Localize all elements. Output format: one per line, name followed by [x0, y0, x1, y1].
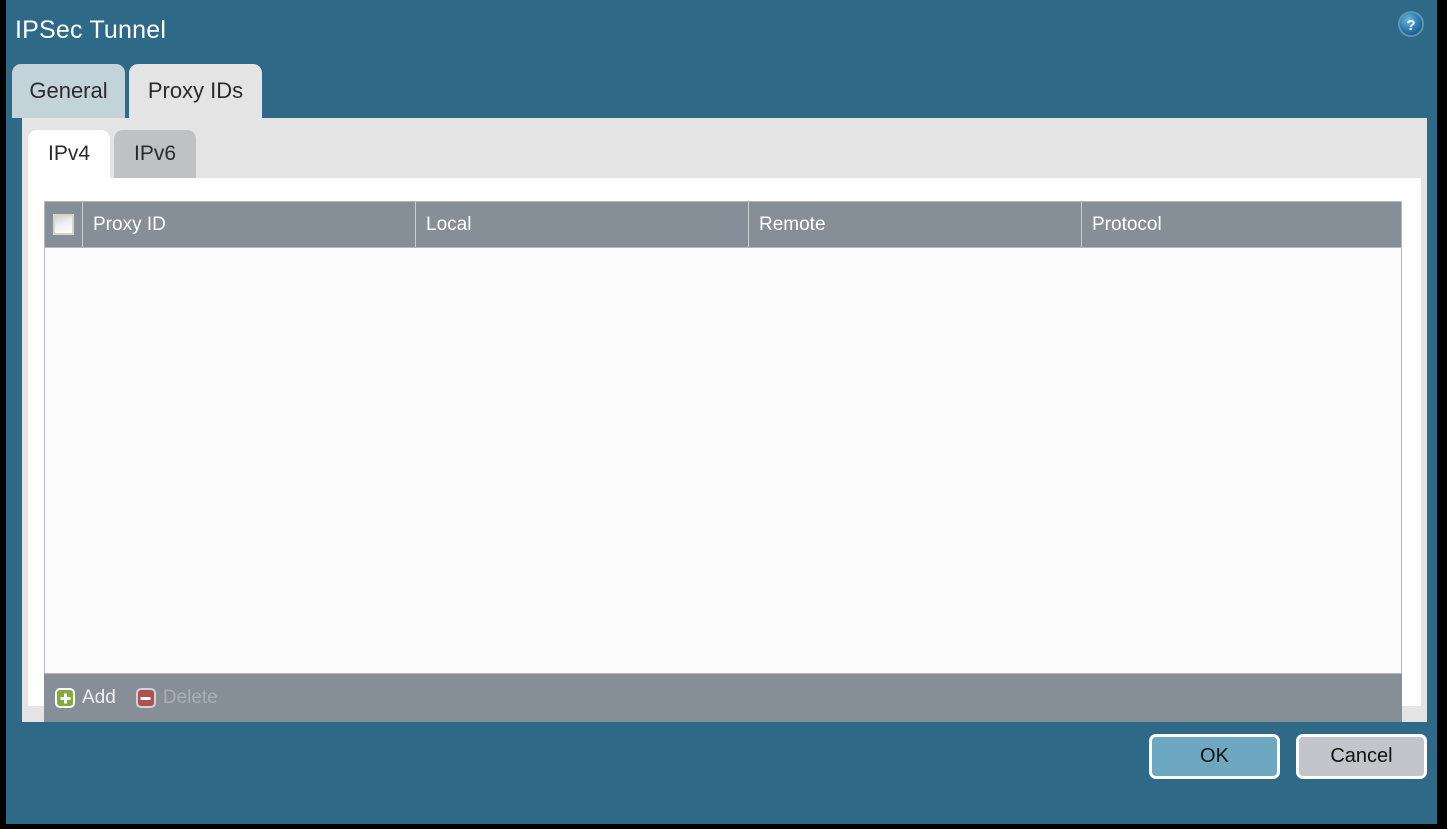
tab-ipv4[interactable]: IPv4 — [28, 130, 110, 178]
table-header-proxy-id-label: Proxy ID — [93, 213, 166, 235]
dialog-tabbar: General Proxy IDs — [6, 64, 1437, 118]
minus-icon — [135, 688, 156, 708]
ok-button-label: OK — [1200, 745, 1229, 767]
tab-proxy-ids[interactable]: Proxy IDs — [129, 64, 262, 118]
table-header-proxy-id[interactable]: Proxy ID — [83, 202, 416, 247]
table-header-protocol[interactable]: Protocol — [1082, 202, 1401, 247]
tab-ipv6[interactable]: IPv6 — [114, 130, 196, 178]
ok-button[interactable]: OK — [1149, 734, 1280, 779]
dialog-titlebar: IPSec Tunnel ? — [6, 0, 1437, 64]
proxy-ids-panel: IPv4 IPv6 Proxy ID Local Remote Protocol… — [22, 118, 1427, 722]
table-header-remote-label: Remote — [759, 213, 826, 235]
ip-version-tabbar: IPv4 IPv6 — [28, 130, 1433, 178]
ipsec-tunnel-dialog: IPSec Tunnel ? General Proxy IDs IPv4 IP… — [0, 0, 1447, 829]
add-button[interactable]: Add — [55, 687, 116, 709]
tab-ipv6-label: IPv6 — [133, 142, 177, 165]
select-all-checkbox[interactable] — [53, 214, 74, 235]
delete-button-label: Delete — [162, 687, 218, 708]
table-toolbar: Add Delete — [44, 674, 1402, 722]
tab-general[interactable]: General — [12, 64, 125, 118]
ipv4-tab-body: Proxy ID Local Remote Protocol Add Delet… — [28, 178, 1421, 722]
dialog-footer: OK Cancel — [6, 722, 1437, 824]
proxy-id-table: Proxy ID Local Remote Protocol — [44, 201, 1402, 674]
table-body-empty — [45, 248, 1401, 673]
tab-general-label: General — [29, 78, 108, 103]
help-question-icon[interactable]: ? — [1397, 10, 1425, 38]
table-header-select-all[interactable] — [45, 202, 83, 247]
plus-icon — [55, 688, 75, 708]
svg-text:?: ? — [1406, 17, 1415, 34]
delete-button[interactable]: Delete — [135, 687, 218, 709]
cancel-button-label: Cancel — [1330, 745, 1393, 767]
tab-ipv4-label: IPv4 — [47, 142, 91, 165]
tab-proxy-ids-label: Proxy IDs — [147, 78, 244, 103]
table-header-protocol-label: Protocol — [1092, 213, 1162, 235]
table-header-row: Proxy ID Local Remote Protocol — [45, 202, 1401, 248]
table-header-local[interactable]: Local — [416, 202, 749, 247]
cancel-button[interactable]: Cancel — [1296, 734, 1427, 779]
dialog-title: IPSec Tunnel — [15, 16, 167, 44]
table-header-local-label: Local — [426, 213, 472, 235]
add-button-label: Add — [82, 687, 116, 708]
table-header-remote[interactable]: Remote — [749, 202, 1082, 247]
